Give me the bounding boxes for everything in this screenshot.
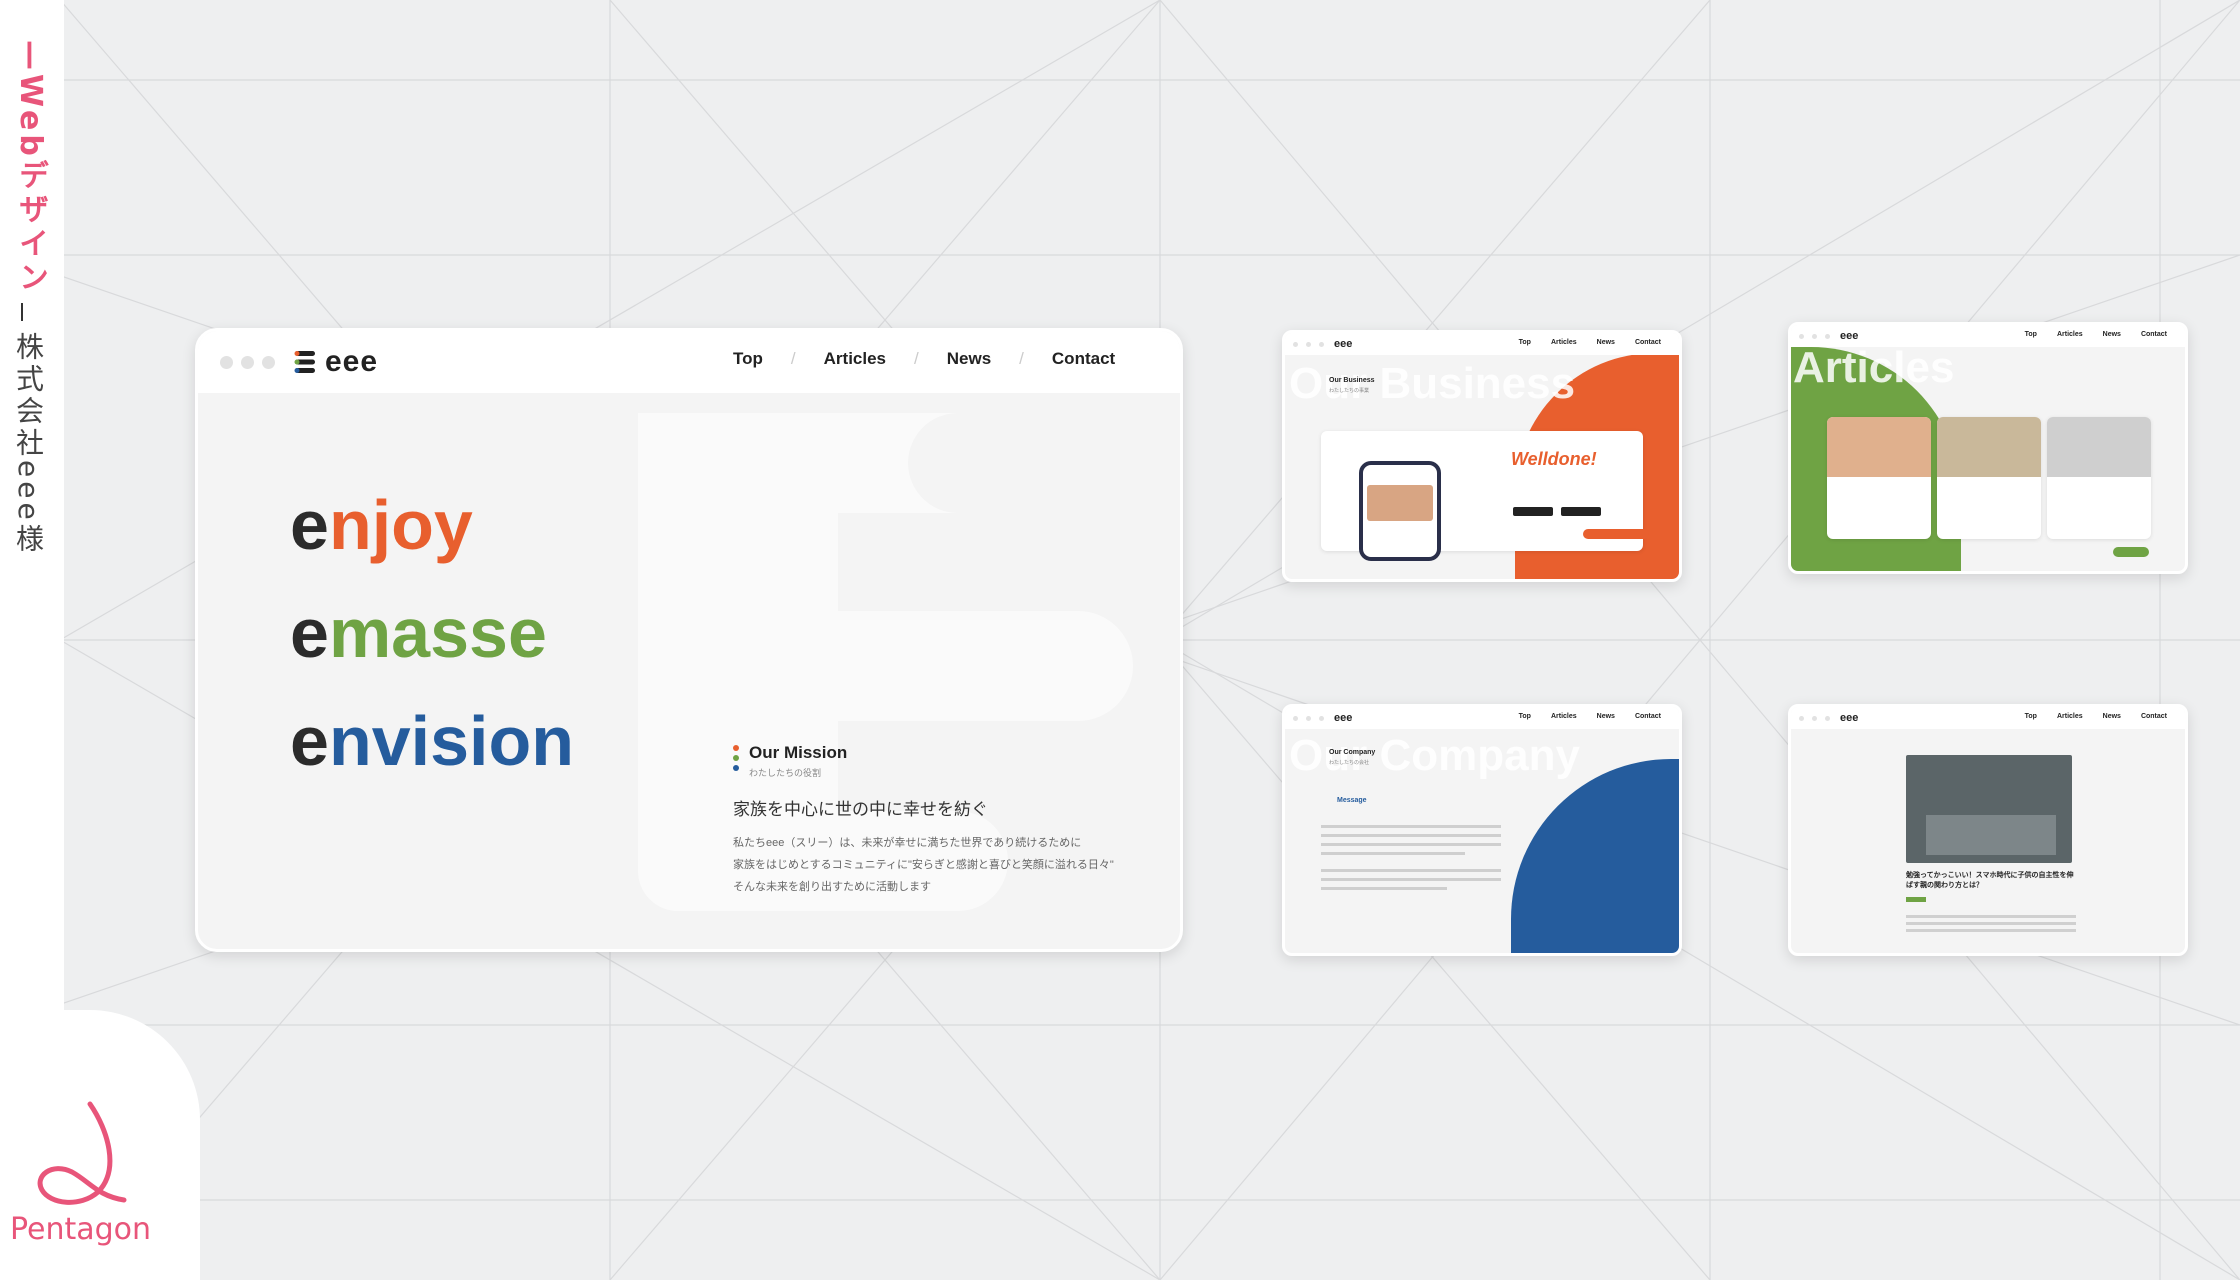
nav-top[interactable]: Top — [2025, 331, 2037, 338]
article-photo — [1906, 755, 2072, 863]
client-label: 株式会社eee様 — [12, 332, 45, 556]
brand-name: Pentagon — [10, 1212, 152, 1247]
articles-nav: Top Articles News Contact — [2025, 331, 2167, 338]
eee-logo-icon — [294, 351, 315, 373]
mission-section: Our Mission わたしたちの役割 家族を中心に世の中に幸せを紡ぐ 私たち… — [733, 743, 1114, 898]
main-site-mockup: eee Top / Articles / News / Contact enjo… — [195, 328, 1183, 952]
article-headline: 勉強ってかっこいい！スマホ時代に子供の自主性を伸ばす親の関わり方とは？ — [1906, 872, 2074, 889]
nav-top[interactable]: Top — [733, 349, 763, 369]
window-dot — [262, 355, 275, 369]
nav-articles[interactable]: Articles — [1551, 713, 1577, 720]
nav-news[interactable]: News — [2103, 331, 2121, 338]
ghost-title: Our Business — [1289, 359, 1576, 408]
nav-top[interactable]: Top — [2025, 713, 2037, 720]
section-label: Our Company — [1329, 749, 1376, 756]
service-label: —Webデザイン — [13, 40, 48, 296]
pentagon-logo-icon — [37, 1101, 127, 1205]
article-card[interactable] — [1827, 417, 1931, 539]
ghost-title: Our Company — [1289, 731, 1580, 780]
cta-button[interactable] — [1583, 529, 1649, 539]
section-subtitle: わたしたちの会社 — [1329, 760, 1370, 766]
category-tag — [1906, 897, 1926, 902]
message-text-block — [1321, 819, 1501, 896]
nav-top[interactable]: Top — [1519, 339, 1531, 346]
window-dot — [241, 355, 254, 369]
mission-subtitle: わたしたちの役割 — [749, 768, 822, 778]
nav-news[interactable]: News — [1597, 713, 1615, 720]
app-store-button[interactable] — [1513, 507, 1553, 516]
article-body-lines — [1906, 911, 2076, 936]
section-subtitle: わたしたちの事業 — [1329, 388, 1370, 394]
nav-articles[interactable]: Articles — [824, 349, 886, 369]
mission-heading: 家族を中心に世の中に幸せを紡ぐ — [733, 800, 988, 819]
nav-contact[interactable]: Contact — [1635, 339, 1661, 346]
mission-dots-icon — [733, 745, 739, 771]
article-detail-mockup: eee Top Articles News Contact 勉強ってかっこいい！… — [1788, 704, 2188, 956]
company-nav: Top Articles News Contact — [1519, 713, 1661, 720]
logo-word[interactable]: eee — [1840, 330, 1858, 342]
mission-title: Our Mission — [733, 743, 1114, 771]
article-card[interactable] — [2047, 417, 2151, 539]
hero-word-envision: envision — [290, 702, 574, 780]
nav-articles[interactable]: Articles — [1551, 339, 1577, 346]
logo-word[interactable]: eee — [1840, 712, 1858, 724]
hero-word-emasse: emasse — [290, 594, 547, 672]
nav-news[interactable]: News — [1597, 339, 1615, 346]
nav-articles[interactable]: Articles — [2057, 331, 2083, 338]
nav-contact[interactable]: Contact — [1052, 349, 1115, 369]
logo-word[interactable]: eee — [1334, 712, 1352, 724]
business-nav: Top Articles News Contact — [1519, 339, 1661, 346]
ghost-title: Articles — [1793, 343, 1955, 392]
nav-top[interactable]: Top — [1519, 713, 1531, 720]
nav-separator: / — [790, 349, 796, 368]
vertical-divider — [21, 303, 23, 321]
nav-contact[interactable]: Contact — [2141, 331, 2167, 338]
mission-body: 私たちeee（スリー）は、未来が幸せに満ちた世界であり続けるために 家族をはじめ… — [733, 837, 1114, 893]
phone-mockup — [1359, 461, 1441, 561]
business-page-mockup: eee Top Articles News Contact Our Busine… — [1282, 330, 1682, 582]
articles-page-mockup: eee Top Articles News Contact Articles — [1788, 322, 2188, 574]
section-label: Our Business — [1329, 377, 1375, 384]
logo-word[interactable]: eee — [1334, 338, 1352, 350]
blue-globe-shape — [1511, 759, 1679, 953]
more-button[interactable] — [2113, 547, 2149, 557]
article-card[interactable] — [1937, 417, 2041, 539]
nav-news[interactable]: News — [947, 349, 991, 369]
article-nav: Top Articles News Contact — [2025, 713, 2167, 720]
hero-word-enjoy: enjoy — [290, 486, 473, 564]
window-dot — [220, 355, 233, 369]
nav-contact[interactable]: Contact — [1635, 713, 1661, 720]
window-dots — [220, 355, 275, 369]
product-name: Welldone! — [1511, 449, 1597, 469]
nav-separator: / — [1019, 349, 1024, 368]
hero-words: enjoy emasse envision — [290, 471, 574, 795]
nav-news[interactable]: News — [2103, 713, 2121, 720]
nav-separator: / — [914, 349, 919, 368]
google-play-button[interactable] — [1561, 507, 1601, 516]
message-label: Message — [1337, 797, 1367, 804]
logo-word: eee — [325, 345, 379, 378]
product-card: Welldone! — [1321, 431, 1649, 561]
main-nav: Top / Articles / News / Contact — [733, 349, 1115, 369]
site-logo[interactable]: eee — [293, 345, 378, 379]
nav-articles[interactable]: Articles — [2057, 713, 2083, 720]
company-page-mockup: eee Top Articles News Contact Our Compan… — [1282, 704, 1682, 956]
nav-contact[interactable]: Contact — [2141, 713, 2167, 720]
